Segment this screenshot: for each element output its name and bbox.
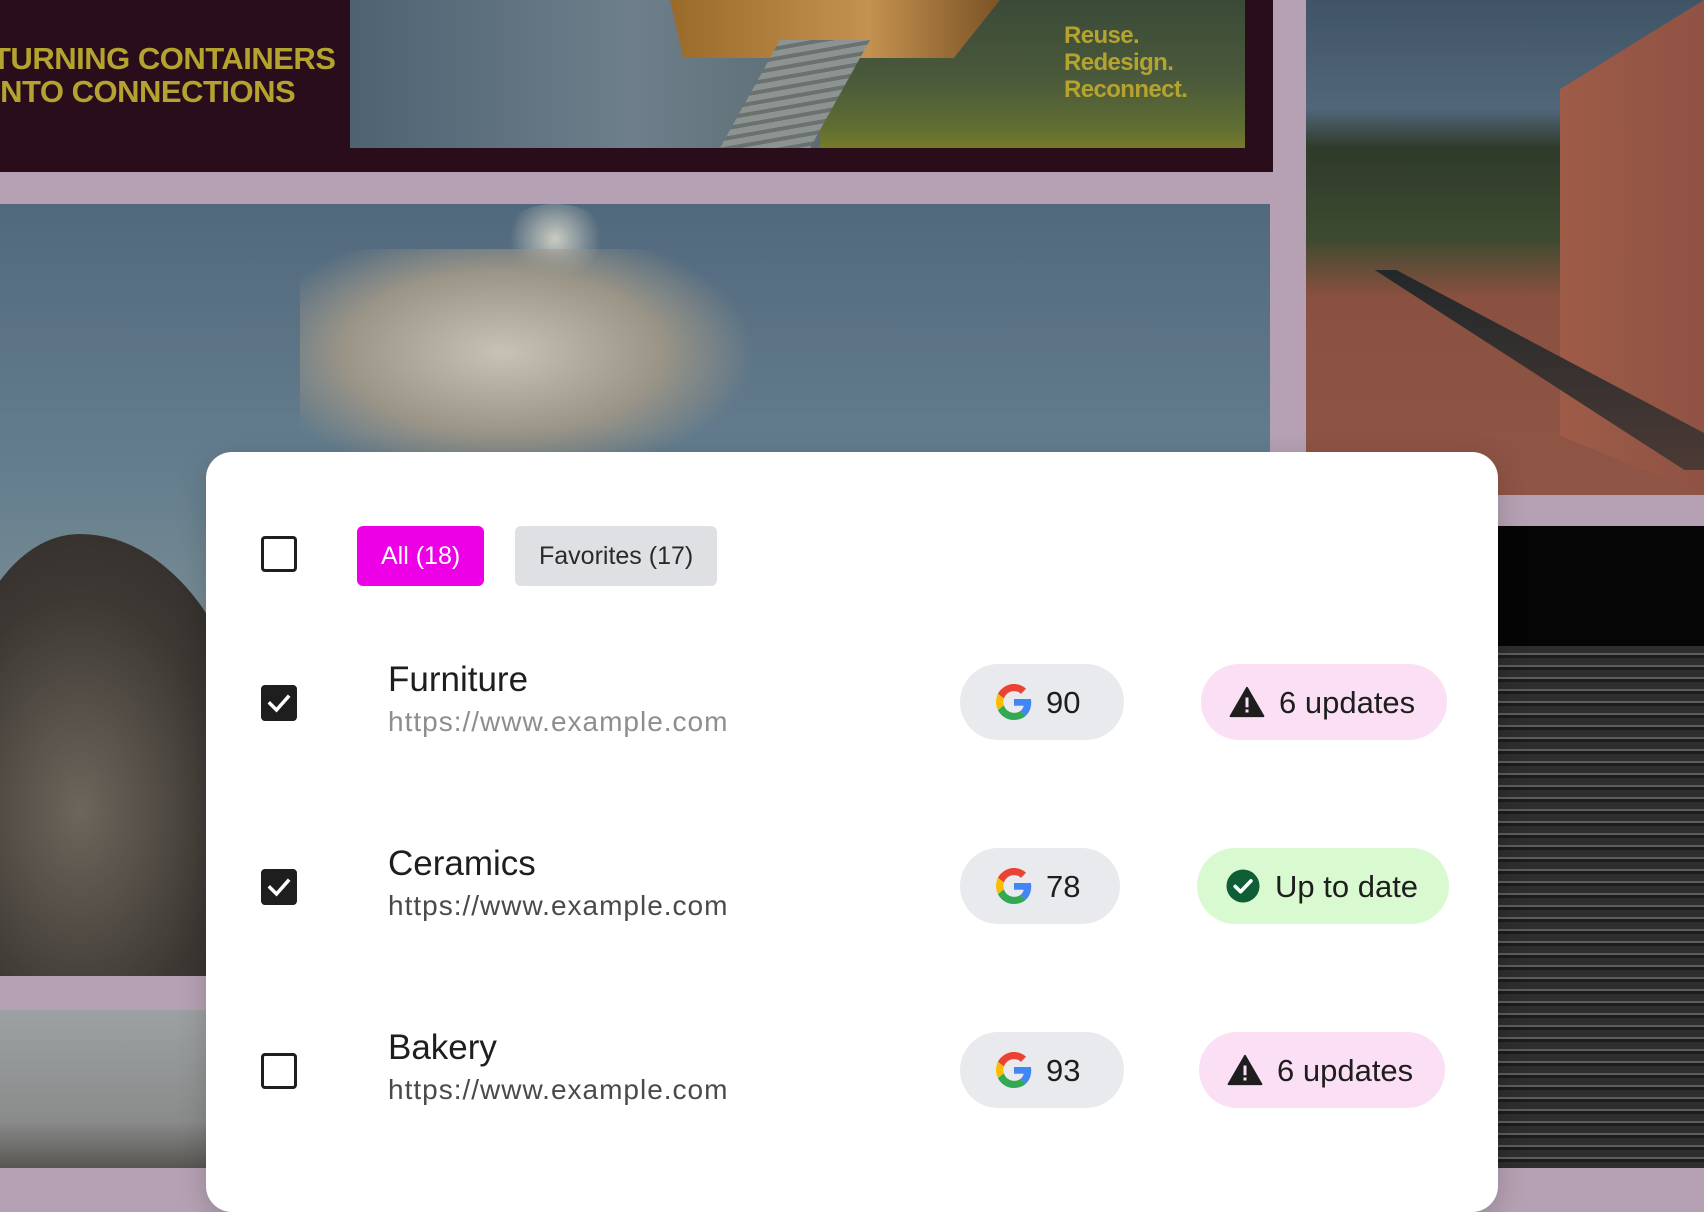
checkmark-icon	[267, 878, 291, 897]
lower-image	[0, 1010, 210, 1168]
site-name: Ceramics	[388, 844, 536, 883]
row-checkbox[interactable]	[261, 685, 297, 721]
site-url[interactable]: https://www.example.com	[388, 1072, 728, 1108]
status-badge[interactable]: 6 updates	[1201, 664, 1447, 740]
google-g-icon	[996, 684, 1032, 720]
filter-all-chip[interactable]: All (18)	[357, 526, 485, 586]
site-url[interactable]: https://www.example.com	[388, 704, 728, 740]
google-score-badge: 90	[960, 664, 1124, 740]
site-name: Bakery	[388, 1028, 497, 1067]
score-value: 90	[1046, 684, 1081, 720]
list-item[interactable]: Bakery https://www.example.com 93 6 upda…	[206, 1016, 1498, 1126]
checkmark-icon	[267, 694, 291, 713]
list-item[interactable]: Furniture https://www.example.com 90 6 u…	[206, 648, 1498, 758]
dancer-figure	[300, 249, 750, 479]
google-g-icon	[996, 868, 1032, 904]
architecture-image	[1306, 0, 1704, 495]
site-list-card: All (18) Favorites (17) Furniture https:…	[206, 452, 1498, 1212]
list-item[interactable]: Ceramics https://www.example.com 78 Up t…	[206, 832, 1498, 942]
status-text: 6 updates	[1279, 684, 1416, 720]
select-all-checkbox[interactable]	[261, 536, 297, 572]
status-text: Up to date	[1275, 868, 1419, 904]
status-badge[interactable]: 6 updates	[1199, 1032, 1445, 1108]
score-value: 93	[1046, 1052, 1081, 1088]
score-value: 78	[1046, 868, 1081, 904]
google-score-badge: 78	[960, 848, 1120, 924]
filter-favorites-chip[interactable]: Favorites (17)	[515, 526, 718, 586]
banner-tagline: Reuse. Redesign. Reconnect.	[1064, 22, 1188, 103]
row-checkbox[interactable]	[261, 1053, 297, 1089]
google-score-badge: 93	[960, 1032, 1124, 1108]
site-url[interactable]: https://www.example.com	[388, 888, 728, 924]
status-badge[interactable]: Up to date	[1197, 848, 1449, 924]
warning-triangle-icon	[1229, 686, 1265, 718]
row-checkbox[interactable]	[261, 869, 297, 905]
site-name: Furniture	[388, 660, 529, 699]
google-g-icon	[996, 1052, 1032, 1088]
banner-title: TURNING CONTAINERS INTO CONNECTIONS	[0, 41, 336, 109]
status-text: 6 updates	[1277, 1052, 1414, 1088]
banner-image: TURNING CONTAINERS INTO CONNECTIONS Reus…	[0, 0, 1273, 172]
check-circle-icon	[1226, 869, 1260, 903]
car-image	[1498, 526, 1704, 1168]
warning-triangle-icon	[1227, 1054, 1263, 1086]
